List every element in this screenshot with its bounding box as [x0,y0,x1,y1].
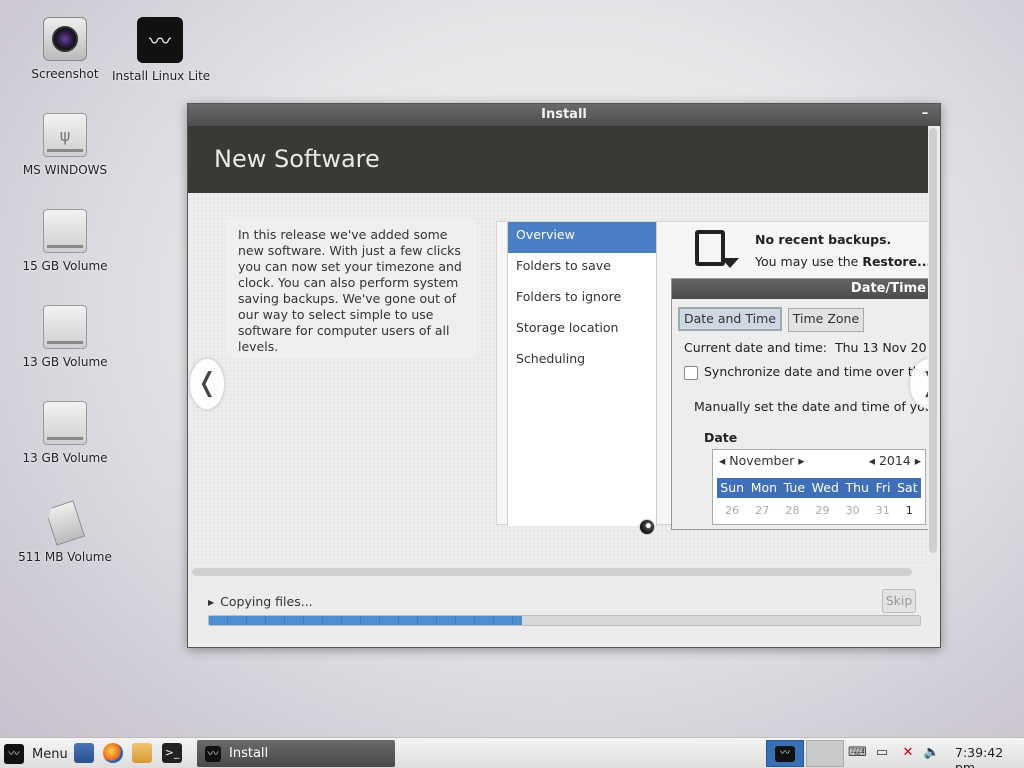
clock[interactable]: 7:39:42 pm [955,745,1024,768]
desktop-icon-install-linux-lite[interactable]: 〰 Install Linux Lite [112,17,211,83]
firefox-icon[interactable] [103,743,123,763]
datetime-preview-window: Date/Time P Date and Time Time Zone Curr… [671,278,928,530]
network-disconnected-icon[interactable]: ✕ [899,745,917,761]
install-window: Install – New Software In this release w… [187,103,941,648]
desktop-icon-label: 13 GB Volume [22,355,108,369]
vertical-scrollbar[interactable] [929,128,937,553]
desktop-icon-label: Install Linux Lite [112,69,211,83]
taskbar: 〰 Menu >_ 〰 Install 〰 ⌨ ▭ ✕ 🔈 7:39:42 pm [0,737,1024,768]
download-arrow-icon [721,258,739,268]
task-label: Install [229,746,269,761]
expander-triangle-icon: ▶ [208,598,215,607]
desktop-icon-15gb-volume[interactable]: 15 GB Volume [17,209,113,273]
desktop-icon-13gb-volume[interactable]: 13 GB Volume [17,305,113,369]
camera-icon [43,17,87,61]
sync-datetime-row: Synchronize date and time over the [684,364,928,380]
preview-sidebar: Overview Folders to save Folders to igno… [507,222,657,526]
calendar-dates: 26 27 28 29 30 31 1 [725,504,913,517]
busy-cursor-icon [639,519,655,535]
volume-icon[interactable]: 🔈 [923,745,941,761]
backup-tool-preview: Overview Folders to save Folders to igno… [496,221,928,530]
hard-drive-icon [43,305,87,349]
desktop-icon-label: 15 GB Volume [22,259,108,273]
install-status[interactable]: ▶ Copying files... [208,594,313,609]
start-menu-button[interactable]: 〰 Menu [4,742,68,766]
calendar-month: ◂ November ▸ [719,453,805,468]
preview-sidebar-item-folders-to-save: Folders to save [516,258,611,273]
current-datetime-row: Current date and time: Thu 13 Nov 20 [684,340,927,355]
window-title: Install [541,107,587,122]
tab-date-and-time: Date and Time [678,307,782,331]
desktop-switcher-icon[interactable] [74,743,94,763]
slideshow-area: In this release we've added some new sof… [188,193,928,565]
preview-sidebar-item-folders-to-ignore: Folders to ignore [516,289,622,304]
minimize-button[interactable]: – [918,107,932,122]
slide-header: New Software [188,126,928,193]
calendar: ◂ November ▸ ◂ 2014 ▸ Sun Mon Tue Wed Thu Fri… [712,449,926,525]
desktop-icon-label: 511 MB Volume [18,550,112,564]
window-titlebar[interactable]: Install – [188,104,940,126]
linux-lite-logo-icon: 〰 [4,744,24,764]
workspace-1[interactable]: 〰 [766,740,804,767]
datetime-preview-title: Date/Time P [672,279,928,299]
install-progress-fill [209,616,522,625]
terminal-icon[interactable]: >_ [162,743,182,763]
date-label: Date [704,430,738,445]
backup-status-title: No recent backups. [755,232,892,247]
usb-drive-icon: ψ [43,113,87,157]
linux-lite-logo-icon: 〰 [775,745,795,762]
hard-drive-icon [43,209,87,253]
backup-status-subtitle: You may use the Restore... bu [755,254,928,269]
sd-card-icon [43,500,87,544]
horizontal-scrollbar[interactable] [192,568,912,576]
hard-drive-icon [43,401,87,445]
menu-label: Menu [32,746,68,762]
preview-sidebar-item-overview: Overview [508,222,656,253]
previous-slide-button[interactable]: ❬ [190,359,224,409]
desktop-icon-label: MS WINDOWS [22,163,108,177]
tab-time-zone: Time Zone [787,308,865,332]
status-text: Copying files... [220,594,313,609]
manual-datetime-label: Manually set the date and time of your s… [694,399,928,414]
datetime-tabs: Date and Time Time Zone [678,307,866,332]
desktop-icon-label: Screenshot [31,67,99,81]
skip-button[interactable]: Skip [882,589,916,613]
sync-checkbox [684,365,698,380]
calendar-weekdays: Sun Mon Tue Wed Thu Fri Sat [717,478,921,498]
workspace-2[interactable] [806,740,844,767]
linux-lite-feather-icon: 〰 [137,17,183,63]
desktop-icon-13gb-volume-2[interactable]: 13 GB Volume [17,401,113,465]
battery-icon[interactable]: ▭ [873,745,891,761]
desktop-icon-ms-windows[interactable]: ψ MS WINDOWS [17,113,113,177]
calendar-year: ◂ 2014 ▸ [868,453,921,468]
home-folder-icon[interactable] [132,743,152,763]
desktop-icon-511mb-volume[interactable]: 511 MB Volume [17,500,113,564]
keyboard-icon[interactable]: ⌨ [848,745,867,761]
desktop-icon-label: 13 GB Volume [22,451,108,465]
desktop-icon-screenshot[interactable]: Screenshot [17,17,113,81]
install-progress-bar [208,615,921,626]
linux-lite-logo-icon: 〰 [205,745,221,762]
preview-sidebar-item-storage-location: Storage location [516,320,619,335]
taskbar-task-install[interactable]: 〰 Install [197,740,395,767]
slide-description: In this release we've added some new sof… [226,219,476,357]
preview-sidebar-item-scheduling: Scheduling [516,351,586,366]
